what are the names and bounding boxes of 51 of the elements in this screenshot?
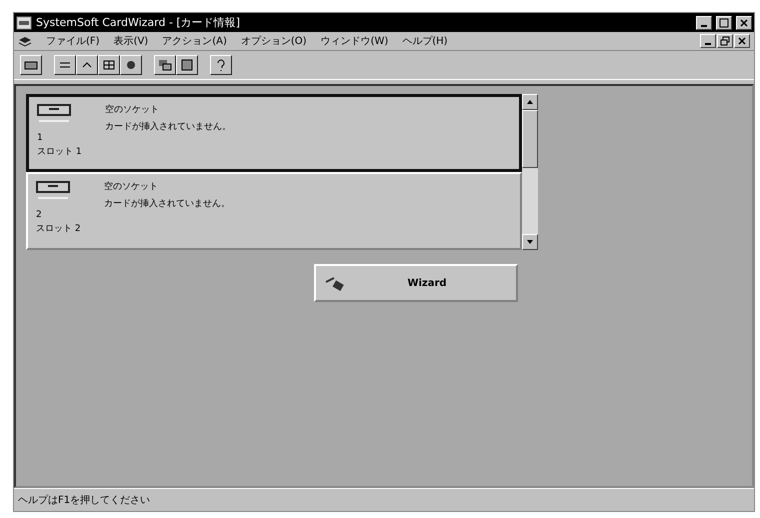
slot-message: カードが挿入されていません。 [104,198,230,210]
menu-item[interactable]: アクション(A) [162,34,227,48]
app-menu-icon [18,35,32,47]
minimize-icon [705,43,711,45]
menu-item[interactable]: 表示(V) [114,34,148,48]
grid-icon [102,59,116,71]
card-slot-icon [37,101,71,123]
minimize-icon [701,24,707,26]
scroll-up-button[interactable] [522,94,538,110]
toolbar-button[interactable] [120,55,142,75]
menu-item[interactable]: ファイル(F) [46,34,100,48]
menu-item[interactable]: ヘルプ(H) [402,34,448,48]
slot-item[interactable]: 1 スロット 1 空のソケット カードが挿入されていません。 [26,94,522,172]
toolbar-button[interactable] [54,55,76,75]
close-button[interactable] [736,16,752,30]
window-title: SystemSoft CardWizard - [カード情報] [36,15,242,30]
toolbar-button[interactable] [154,55,176,75]
minimize-button[interactable] [700,34,716,48]
list-icon [180,59,194,71]
close-button[interactable] [734,34,750,48]
menu-item[interactable]: オプション(O) [240,34,307,48]
restore-button[interactable] [717,34,733,48]
wizard-button[interactable]: Wizard [314,264,518,302]
maximize-button[interactable] [716,16,732,30]
toolbar-button[interactable] [76,55,98,75]
scrollbar[interactable] [522,94,538,250]
app-icon [16,16,32,30]
toolbar-button[interactable] [176,55,198,75]
slot-number: 1 [37,133,44,143]
maximize-icon [719,18,729,28]
toolbar-button[interactable] [20,55,42,75]
close-icon [737,36,747,46]
card-icon [24,59,38,71]
slot-item[interactable]: 2 スロット 2 空のソケット カードが挿入されていません。 [26,172,522,250]
scroll-thumb[interactable] [522,110,538,168]
down-arrow-icon [526,239,534,245]
windows-icon [158,59,172,71]
restore-icon [720,36,730,46]
card-slot-icon [36,178,70,200]
slot-number: 2 [36,210,43,220]
toolbar-button[interactable] [210,55,232,75]
scroll-down-button[interactable] [522,234,538,250]
toolbar-button[interactable] [98,55,120,75]
minimize-button[interactable] [696,16,712,30]
close-icon [739,18,749,28]
up-arrow-icon [526,99,534,105]
menu-item[interactable]: ウィンドウ(W) [320,34,388,48]
status-text: ヘルプはF1を押してください [18,494,150,507]
slot-message: カードが挿入されていません。 [105,120,231,133]
slot-status: 空のソケット [104,180,159,193]
slot-status: 空のソケット [105,104,160,116]
